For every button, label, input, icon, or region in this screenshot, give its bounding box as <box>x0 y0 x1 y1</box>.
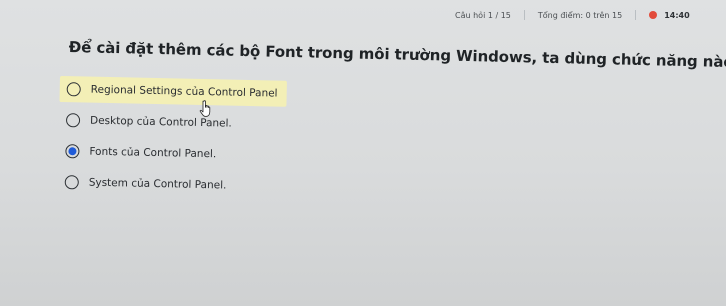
quiz-status-bar: Câu hỏi 1 / 15 Tổng điểm: 0 trên 15 14:4… <box>455 10 690 20</box>
answer-label: System của Control Panel. <box>88 176 227 192</box>
quiz-screen: Câu hỏi 1 / 15 Tổng điểm: 0 trên 15 14:4… <box>0 0 726 306</box>
timer-text: 14:40 <box>664 10 690 20</box>
status-divider <box>523 10 525 20</box>
status-divider <box>635 10 637 20</box>
timer: 14:40 <box>649 10 690 20</box>
answer-option-a[interactable]: Regional Settings của Control Panel <box>59 76 287 107</box>
answer-options: Regional Settings của Control Panel Desk… <box>57 76 300 205</box>
radio-button[interactable] <box>65 113 81 128</box>
radio-button-selected[interactable] <box>65 144 80 159</box>
question-text: Để cài đặt thêm các bộ Font trong môi tr… <box>68 38 726 72</box>
answer-option-d[interactable]: System của Control Panel. <box>58 169 285 200</box>
answer-option-c[interactable]: Fonts của Control Panel. <box>58 138 285 169</box>
radio-button[interactable] <box>64 175 79 190</box>
radio-button[interactable] <box>66 82 81 97</box>
answer-label: Regional Settings của Control Panel <box>90 83 278 100</box>
radio-dot-icon <box>68 147 77 156</box>
answer-option-b[interactable]: Desktop của Control Panel. <box>59 107 286 138</box>
question-counter: Câu hỏi 1 / 15 <box>455 10 511 20</box>
score-text: Tổng điểm: 0 trên 15 <box>537 10 623 20</box>
answer-label: Fonts của Control Panel. <box>89 145 217 161</box>
timer-dot-icon <box>649 11 658 19</box>
hand-pointer-icon <box>199 100 211 117</box>
